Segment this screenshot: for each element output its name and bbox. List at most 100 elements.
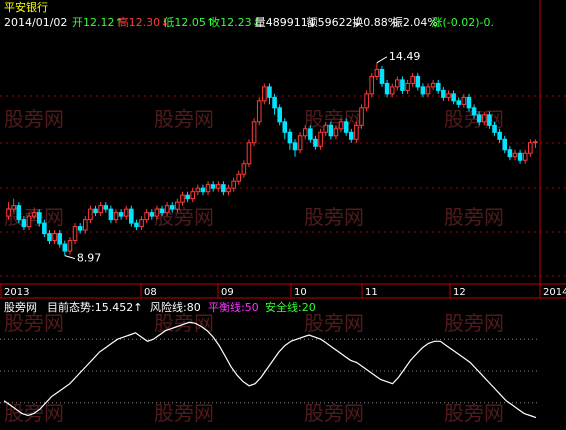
candle-body — [195, 187, 201, 193]
candle-body — [522, 152, 528, 161]
indicator-risk: 风险线:80 — [150, 300, 201, 314]
candle-body — [169, 205, 175, 210]
watermark-text: 股旁网 — [444, 401, 504, 425]
candle-body — [415, 75, 421, 88]
candle-body — [481, 114, 487, 123]
header-field: 低12.05↑ — [163, 16, 215, 29]
stock-name: 平安银行 — [4, 0, 48, 14]
candle-body — [98, 205, 103, 214]
header-field: 高12.30↓ — [118, 15, 170, 29]
candle-body — [446, 93, 451, 98]
candle-body — [297, 135, 303, 151]
candle-body — [425, 86, 431, 95]
candle-body — [26, 215, 32, 228]
indicator-balance: 平衡线:50 — [208, 300, 259, 314]
candle-body — [164, 205, 170, 214]
candle-body — [57, 233, 63, 245]
candle-body — [129, 208, 134, 224]
watermark-text: 股旁网 — [4, 107, 64, 131]
candle-body — [277, 107, 282, 123]
candle-body — [384, 82, 390, 95]
candle-body — [507, 149, 513, 158]
candle-body — [359, 107, 364, 126]
candle-body — [118, 212, 124, 217]
candle-body — [302, 128, 308, 137]
candle-body — [185, 194, 190, 200]
candle-body — [21, 219, 27, 228]
candle-body — [154, 208, 160, 217]
candle-body — [262, 86, 267, 102]
candle-body — [395, 79, 400, 88]
indicator-title: 股旁网 — [4, 300, 37, 314]
candle-body — [528, 142, 533, 154]
candle-body — [36, 212, 42, 224]
watermark-text: 股旁网 — [444, 311, 504, 335]
candle-body — [354, 124, 359, 140]
candle-body — [405, 82, 410, 91]
candle-body — [226, 187, 231, 193]
annotation-label: 8.97 — [77, 252, 102, 265]
watermark-text: 股旁网 — [154, 107, 214, 131]
candle-body — [47, 233, 52, 242]
candle-body — [461, 96, 467, 105]
candle-body — [113, 212, 119, 221]
candle-body — [77, 226, 83, 231]
candle-body — [42, 222, 47, 235]
x-tick-label: 2013 — [4, 287, 29, 298]
header-date: 2014/01/02 — [4, 16, 67, 29]
candle-body — [487, 114, 492, 126]
watermark-text: 股旁网 — [154, 401, 214, 425]
candle-body — [338, 121, 344, 130]
candle-body — [512, 152, 518, 158]
candle-body — [272, 96, 277, 109]
candle-body — [11, 205, 16, 210]
candle-body — [72, 226, 78, 242]
header-field: 涨(-0.02)-0. — [432, 16, 495, 29]
candle-body — [236, 173, 242, 182]
candle-body — [343, 121, 349, 133]
annotation-label: 14.49 — [389, 50, 421, 63]
candle-body — [251, 121, 257, 144]
candle-body — [282, 121, 288, 133]
candle-body — [108, 208, 114, 221]
candle-body — [159, 208, 165, 214]
watermark-text: 股旁网 — [4, 311, 64, 335]
watermark-text: 股旁网 — [154, 205, 214, 229]
candle-body — [318, 131, 323, 147]
candle-body — [369, 75, 375, 95]
candle-body — [52, 233, 57, 242]
candle-body — [389, 86, 395, 95]
candle-body — [348, 131, 354, 140]
header-field: 收12.23↓ — [209, 15, 261, 29]
candle-body — [139, 219, 144, 228]
candle-body — [144, 212, 149, 221]
candle-body — [435, 82, 441, 91]
candle-body — [31, 212, 37, 217]
candle-body — [287, 131, 293, 144]
indicator-safe: 安全线:20 — [265, 300, 316, 314]
watermark-text: 股旁网 — [304, 401, 364, 425]
candle-body — [313, 138, 318, 147]
candle-body — [410, 75, 415, 84]
candle-body — [420, 86, 426, 95]
candle-body — [180, 194, 185, 203]
candle-body — [200, 187, 206, 193]
candle-body — [190, 191, 196, 200]
candle-body — [374, 68, 380, 77]
candle-body — [231, 180, 236, 189]
candle-body — [533, 141, 538, 144]
candle-body — [323, 124, 329, 133]
candle-body — [476, 114, 482, 123]
candle-body — [175, 201, 180, 210]
candle-body — [466, 96, 472, 109]
candle-body — [123, 208, 129, 217]
watermark-text: 股旁网 — [304, 205, 364, 229]
candle-body — [333, 128, 339, 137]
candle-body — [364, 93, 369, 109]
candle-body — [456, 100, 462, 105]
watermark-text: 股旁网 — [154, 311, 214, 335]
x-tick-label: 08 — [144, 287, 157, 298]
candle-body — [82, 219, 88, 231]
candle-body — [103, 205, 109, 210]
x-tick-label: 09 — [221, 287, 234, 298]
